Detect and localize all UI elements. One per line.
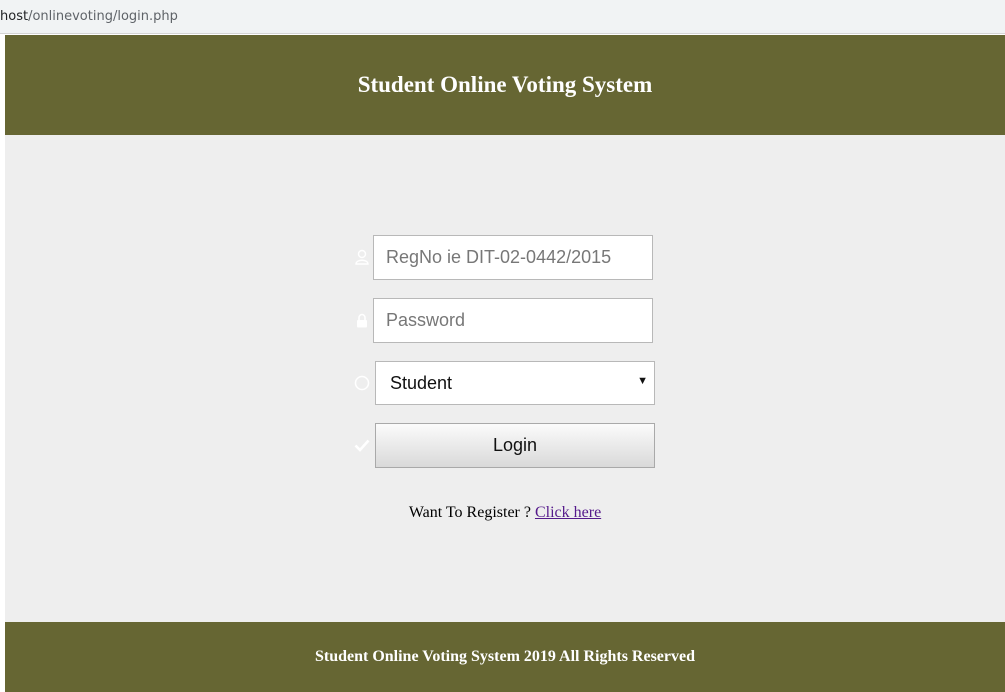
page-header: Student Online Voting System — [5, 35, 1005, 135]
login-button[interactable]: Login — [375, 423, 655, 468]
page-footer: Student Online Voting System 2019 All Ri… — [5, 622, 1005, 692]
regno-input[interactable] — [373, 235, 653, 280]
url-host: host — [0, 9, 29, 24]
page-title: Student Online Voting System — [357, 72, 653, 97]
role-select[interactable]: Student ▼ — [375, 361, 655, 405]
user-icon — [354, 249, 370, 265]
register-link[interactable]: Click here — [535, 504, 601, 521]
chevron-down-icon: ▼ — [637, 375, 648, 387]
login-panel: Student ▼ Login Want To Register ? Click… — [5, 135, 1005, 622]
circle-icon — [354, 375, 370, 391]
register-prompt: Want To Register ? — [408, 504, 531, 521]
footer-text: Student Online Voting System 2019 All Ri… — [314, 648, 696, 665]
register-prompt-line: Want To Register ? Click here — [5, 504, 1005, 522]
lock-icon — [354, 312, 370, 328]
role-select-value: Student — [390, 372, 453, 393]
address-bar[interactable]: host/onlinevoting/login.php — [0, 0, 1005, 34]
check-icon — [354, 437, 370, 453]
url-path: /onlinevoting/login.php — [28, 9, 178, 24]
url-text[interactable]: host/onlinevoting/login.php — [0, 9, 178, 24]
password-input[interactable] — [373, 298, 653, 343]
